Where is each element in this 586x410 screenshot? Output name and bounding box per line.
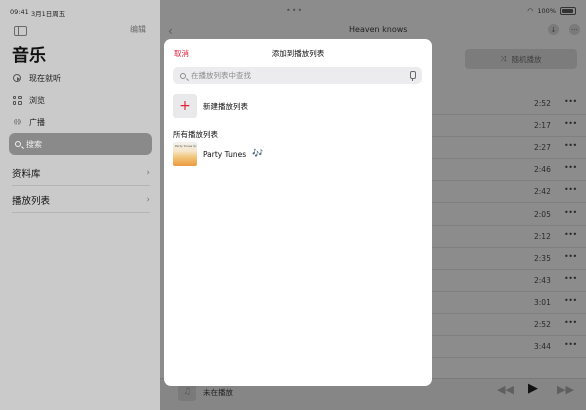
more-icon[interactable]: ··· [569, 24, 580, 35]
more-icon[interactable]: ••• [564, 318, 577, 327]
download-icon[interactable]: ↓ [548, 24, 559, 35]
status-time: 09:41 [10, 8, 29, 16]
new-playlist-button[interactable]: + 新建播放列表 [173, 94, 248, 118]
playlist-name: Party Tunes [203, 149, 247, 159]
battery-icon [560, 7, 576, 15]
divider [12, 185, 150, 186]
sidebar-title: 音乐 [12, 46, 46, 66]
more-icon[interactable]: ••• [564, 119, 577, 128]
sidebar-item-label: 现在就听 [29, 73, 61, 83]
music-notes-emoji: 🎶 [252, 149, 264, 159]
track-duration: 2:52 [534, 99, 551, 108]
playlist-artwork: Party Tunes 🎶 [173, 142, 197, 166]
shuffle-label: 随机播放 [511, 54, 542, 64]
track-row[interactable]: 2:52 ••• [432, 93, 586, 115]
section-label: 资料库 [12, 169, 41, 180]
sidebar-item-label: 广播 [29, 117, 45, 127]
track-duration: 2:35 [534, 253, 551, 263]
track-row[interactable]: 2:35 ••• [432, 248, 586, 270]
more-icon[interactable]: ••• [564, 141, 577, 150]
rewind-icon[interactable]: ◀◀ [497, 383, 514, 396]
microphone-icon[interactable] [410, 71, 416, 81]
more-icon[interactable]: ••• [564, 252, 577, 261]
playlist-item[interactable]: Party Tunes 🎶 Party Tunes 🎶 [173, 142, 263, 166]
more-icon[interactable]: ••• [564, 208, 577, 217]
more-icon[interactable]: ••• [564, 296, 577, 305]
new-playlist-label: 新建播放列表 [203, 101, 248, 111]
more-icon[interactable]: ••• [564, 340, 577, 349]
play-circle-icon [12, 73, 22, 83]
more-icon[interactable]: ••• [564, 185, 577, 194]
track-row[interactable]: 2:43 ••• [432, 270, 586, 292]
play-icon[interactable]: ▶ [528, 381, 538, 396]
back-chevron-icon[interactable]: ‹ [168, 24, 173, 38]
track-row[interactable]: 2:17 ••• [432, 115, 586, 138]
track-duration: 2:52 [534, 320, 551, 329]
battery-percent: 100% [537, 7, 556, 15]
sidebar-section-library[interactable]: 资料库 › [12, 166, 150, 180]
search-placeholder: 在播放列表中查找 [191, 71, 251, 80]
add-to-playlist-sheet: 添加到播放列表 取消 在播放列表中查找 + 新建播放列表 所有播放列表 Part… [164, 39, 432, 386]
more-icon[interactable]: ••• [564, 163, 577, 172]
track-row[interactable]: 2:42 ••• [432, 181, 586, 204]
divider [12, 212, 150, 213]
chevron-right-icon: › [146, 168, 150, 178]
track-duration: 2:05 [534, 209, 551, 219]
track-duration: 2:46 [534, 165, 551, 175]
track-duration: 3:01 [534, 297, 551, 307]
sidebar-item-listen-now[interactable]: 现在就听 [12, 71, 61, 85]
search-icon [180, 72, 186, 79]
playlist-search-input[interactable]: 在播放列表中查找 [173, 67, 422, 84]
sheet-title: 添加到播放列表 [271, 49, 325, 58]
sidebar-item-label: 浏览 [29, 95, 45, 105]
shuffle-button[interactable]: ⤨ 随机播放 [465, 49, 577, 69]
wifi-icon: ◠ [527, 7, 534, 15]
sidebar-item-radio[interactable]: ((·)) 广播 [12, 115, 45, 129]
grid-icon [12, 95, 22, 105]
track-row[interactable]: 2:12 ••• [432, 226, 586, 248]
sidebar-item-label: 搜索 [26, 139, 42, 149]
more-icon[interactable]: ••• [564, 97, 577, 106]
forward-icon[interactable]: ▶▶ [557, 383, 574, 396]
music-app-screen: 编辑 音乐 现在就听 浏览 ((·)) 广播 搜索 资料库 › 播放列表 › ‹… [0, 0, 586, 410]
track-duration: 2:43 [534, 275, 551, 285]
all-playlists-heading: 所有播放列表 [173, 130, 218, 139]
edit-button[interactable]: 编辑 [130, 24, 146, 35]
search-icon [15, 141, 21, 147]
multitasking-dots-icon[interactable]: ••• [286, 6, 303, 15]
now-playing-label: 未在播放 [203, 388, 233, 397]
sidebar-item-browse[interactable]: 浏览 [12, 93, 45, 107]
status-bar: 09:41 3月1日周五 ••• ◠ 100% [0, 0, 586, 20]
track-row[interactable]: 2:05 ••• [432, 204, 586, 226]
track-row[interactable]: 3:44 ••• [432, 336, 586, 359]
track-duration: 2:27 [534, 143, 551, 153]
album-title: Heaven knows [349, 25, 408, 34]
track-duration: 2:17 [534, 121, 551, 131]
section-label: 播放列表 [12, 196, 51, 207]
track-row[interactable]: 2:27 ••• [432, 137, 586, 160]
playlist-artwork-caption: Party Tunes 🎶 [175, 144, 197, 148]
sidebar-section-playlists[interactable]: 播放列表 › [12, 193, 150, 207]
radio-waves-icon: ((·)) [13, 118, 21, 126]
more-icon[interactable]: ••• [564, 230, 577, 239]
sidebar: 编辑 音乐 现在就听 浏览 ((·)) 广播 搜索 资料库 › 播放列表 › [0, 0, 160, 410]
cancel-button[interactable]: 取消 [174, 48, 189, 59]
sidebar-toggle-icon[interactable] [14, 26, 27, 36]
track-duration: 2:42 [534, 187, 551, 197]
track-row[interactable]: 2:52 ••• [432, 314, 586, 336]
plus-icon: + [173, 94, 197, 118]
track-row[interactable]: 3:01 ••• [432, 292, 586, 314]
track-duration: 2:12 [534, 231, 551, 241]
more-icon[interactable]: ••• [564, 274, 577, 283]
sidebar-item-search[interactable]: 搜索 [9, 133, 152, 155]
shuffle-icon: ⤨ [500, 54, 507, 63]
track-row[interactable]: 2:46 ••• [432, 159, 586, 182]
status-date: 3月1日周五 [31, 10, 66, 18]
chevron-right-icon: › [146, 195, 150, 205]
track-duration: 3:44 [534, 342, 551, 352]
